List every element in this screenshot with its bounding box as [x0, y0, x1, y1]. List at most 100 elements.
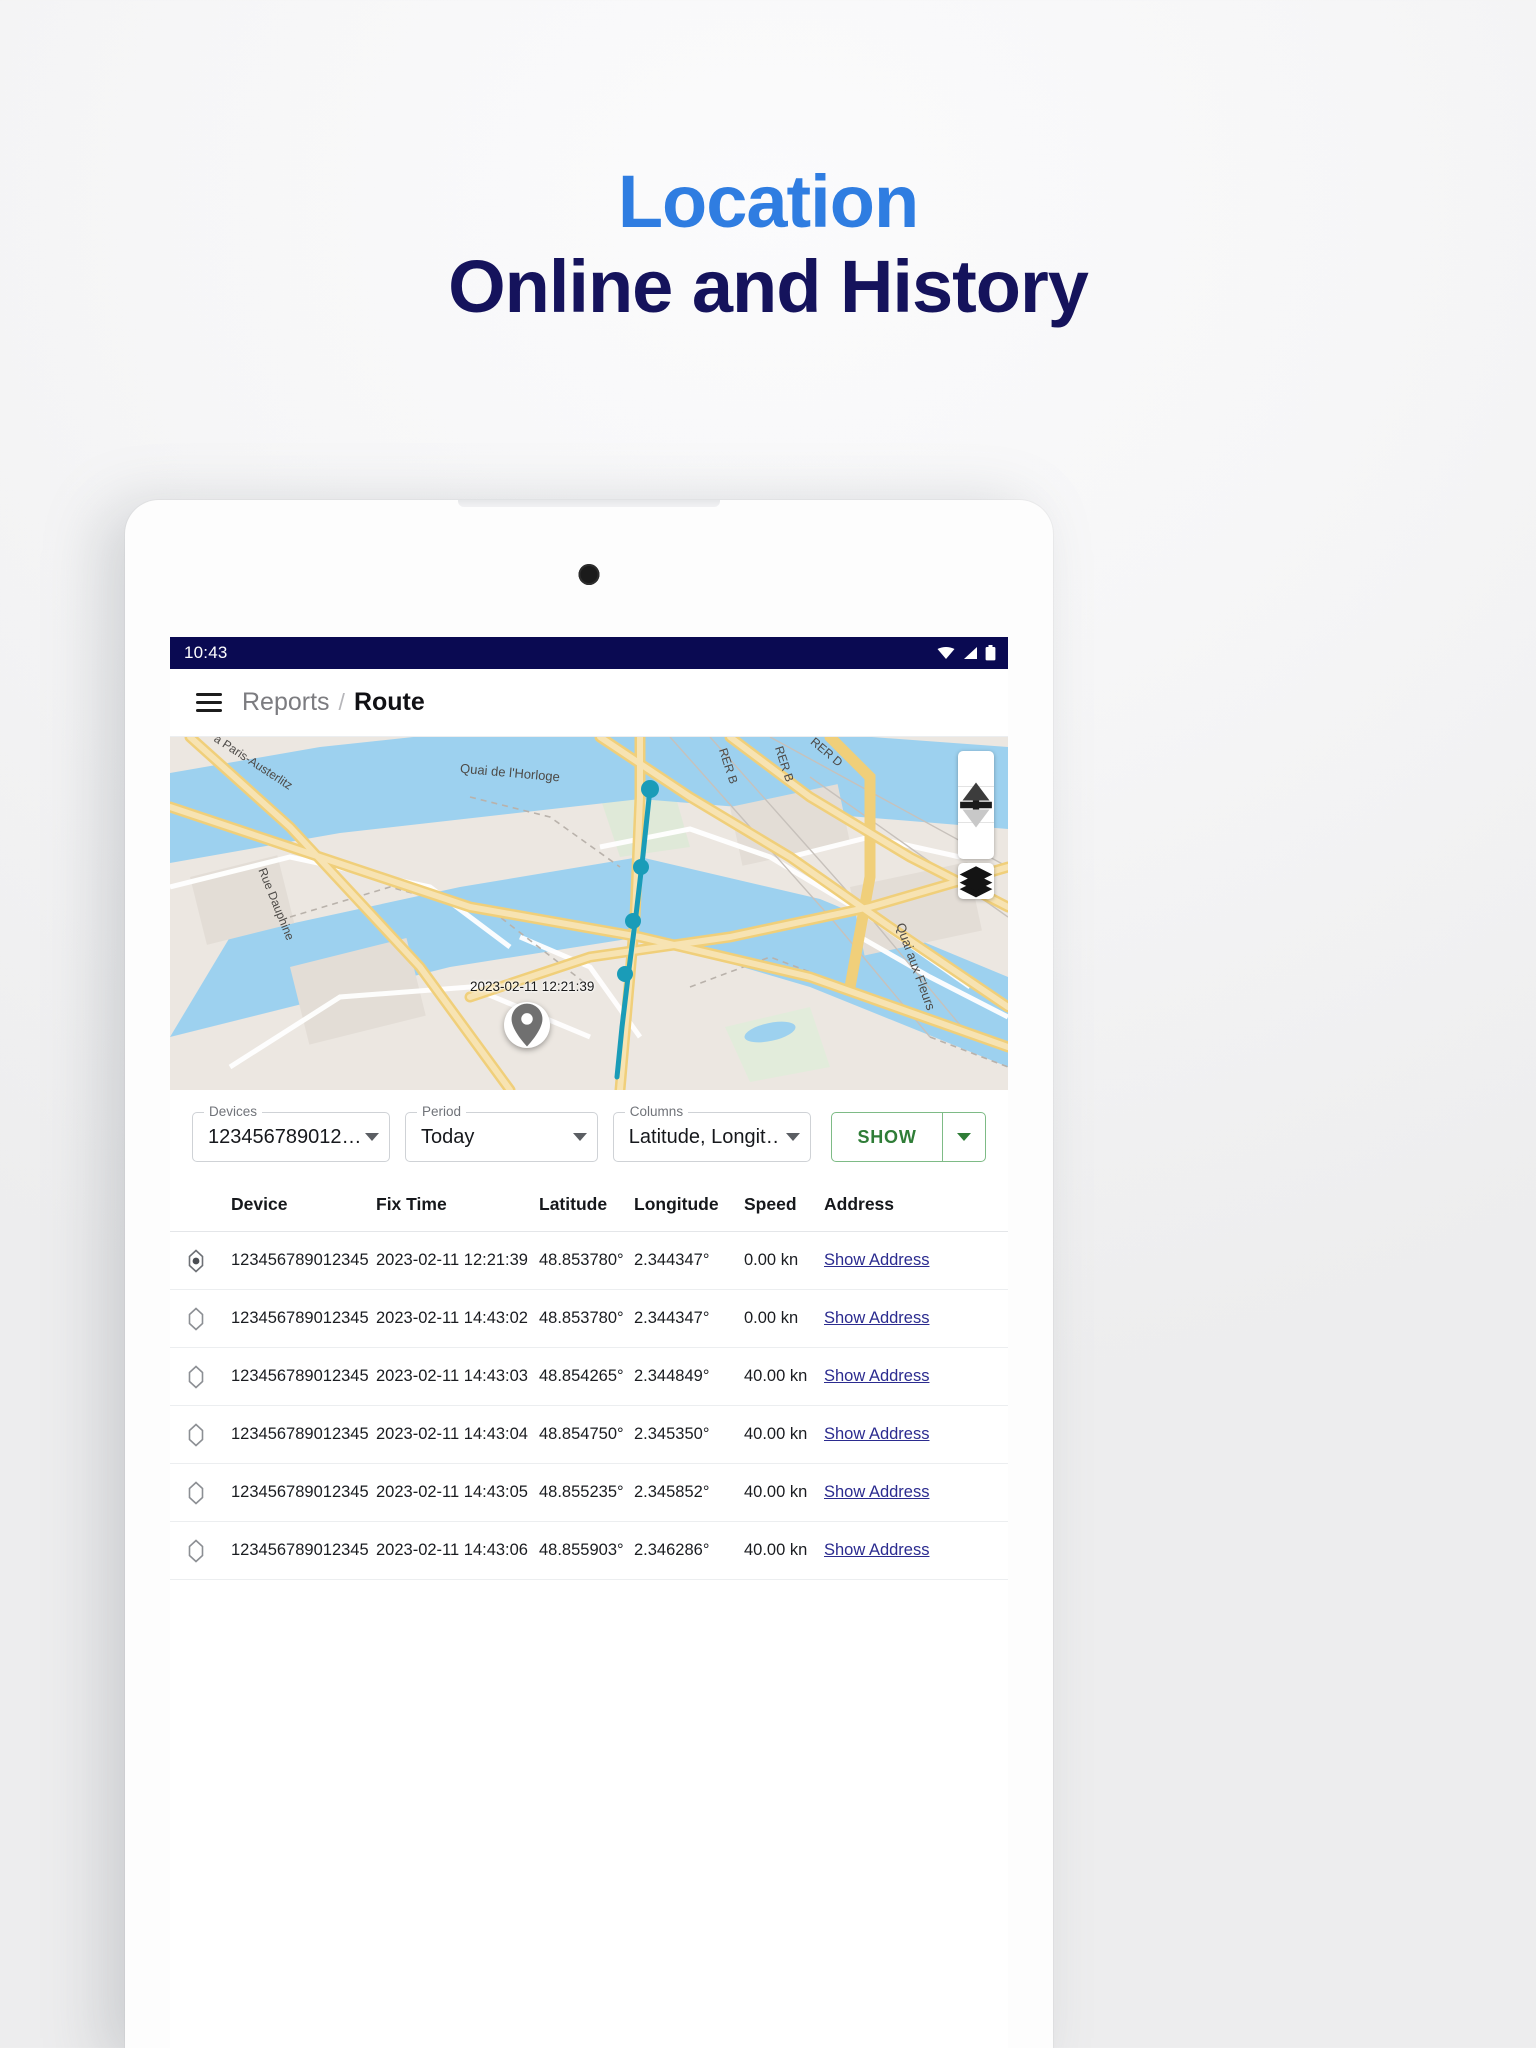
show-address-link[interactable]: Show Address	[824, 1425, 986, 1444]
location-pin-icon	[511, 1003, 543, 1047]
devices-select[interactable]: Devices 123456789012…	[192, 1104, 390, 1162]
row-location-icon[interactable]	[186, 1422, 231, 1447]
app-bar: Reports / Route	[170, 669, 1008, 737]
columns-label: Columns	[624, 1104, 689, 1119]
cell-device: 123456789012345	[231, 1425, 369, 1443]
show-address-link[interactable]: Show Address	[824, 1367, 986, 1386]
tablet-device-frame: 10:43 Reports / Route à Paris-Austerlitz…	[125, 500, 1053, 2048]
row-location-icon[interactable]	[186, 1480, 231, 1505]
cell-device: 123456789012345	[231, 1483, 369, 1501]
show-address-link[interactable]: Show Address	[824, 1541, 986, 1560]
cell-device: 123456789012345	[231, 1541, 369, 1559]
location-outline-icon	[188, 1538, 204, 1563]
status-bar: 10:43	[170, 637, 1008, 669]
cell-fix-time: 2023-02-11 14:43:03	[376, 1367, 528, 1385]
filter-bar: Devices 123456789012… Period Today Colum…	[170, 1090, 1008, 1178]
cell-fix-time: 2023-02-11 14:43:04	[376, 1425, 528, 1443]
column-header-fix-time: Fix Time	[376, 1194, 447, 1214]
column-header-speed: Speed	[744, 1194, 797, 1214]
route-map[interactable]: à Paris-Austerlitz Quai de l'Horloge Rue…	[170, 737, 1008, 1090]
cell-longitude: 2.346286°	[634, 1541, 710, 1559]
cell-speed: 0.00 kn	[744, 1251, 799, 1269]
table-body: 123456789012345 2023-02-11 12:21:39 48.853…	[170, 1232, 1008, 1580]
location-outline-icon	[188, 1422, 204, 1447]
table-header-row: Device Fix Time Latitude Longitude Speed…	[170, 1178, 1008, 1232]
row-location-icon[interactable]	[186, 1306, 231, 1331]
show-address-link[interactable]: Show Address	[824, 1483, 986, 1502]
table-row[interactable]: 123456789012345 2023-02-11 14:43:02 48.853…	[170, 1290, 1008, 1348]
hero-heading: Location Online and History	[0, 0, 1536, 332]
cell-latitude: 48.854265°	[539, 1367, 624, 1385]
period-label: Period	[417, 1104, 467, 1119]
cell-fix-time: 2023-02-11 12:21:39	[376, 1251, 528, 1269]
cell-longitude: 2.344849°	[634, 1367, 710, 1385]
cell-latitude: 48.855235°	[539, 1483, 624, 1501]
location-outline-icon	[188, 1480, 204, 1505]
cell-fix-time: 2023-02-11 14:43:06	[376, 1541, 528, 1559]
breadcrumb-current-route: Route	[353, 688, 425, 716]
cell-speed: 0.00 kn	[744, 1309, 799, 1327]
table-row[interactable]: 123456789012345 2023-02-11 14:43:06 48.855…	[170, 1522, 1008, 1580]
chevron-down-icon	[785, 1133, 800, 1141]
hero-title-primary: Location	[617, 160, 919, 243]
cell-longitude: 2.345350°	[634, 1425, 710, 1443]
cell-device: 123456789012345	[231, 1367, 369, 1385]
app-screen: 10:43 Reports / Route à Paris-Austerlitz…	[170, 637, 1008, 2048]
columns-value: Latitude, Longit…	[628, 1125, 780, 1148]
chevron-down-icon	[957, 1133, 972, 1141]
cell-device: 123456789012345	[231, 1309, 369, 1327]
column-header-address: Address	[824, 1194, 895, 1214]
map-zoom-controls[interactable]	[958, 751, 994, 859]
chevron-down-icon	[572, 1133, 587, 1141]
cell-latitude: 48.853780°	[539, 1251, 624, 1269]
show-dropdown-button[interactable]	[942, 1113, 985, 1161]
table-row[interactable]: 123456789012345 2023-02-11 12:21:39 48.853…	[170, 1232, 1008, 1290]
show-button-group: SHOW	[830, 1112, 986, 1162]
cell-fix-time: 2023-02-11 14:43:02	[376, 1309, 528, 1327]
map-layers-button[interactable]	[958, 863, 994, 899]
hamburger-menu-icon[interactable]	[196, 693, 222, 712]
cell-speed: 40.00 kn	[744, 1425, 808, 1443]
route-report-table: Device Fix Time Latitude Longitude Speed…	[170, 1178, 1008, 1580]
map-route-marker[interactable]	[504, 1002, 550, 1048]
column-header-latitude: Latitude	[539, 1194, 608, 1214]
chevron-down-icon	[365, 1133, 379, 1141]
breadcrumb-separator: /	[338, 689, 345, 715]
row-location-icon[interactable]	[186, 1248, 231, 1273]
table-row[interactable]: 123456789012345 2023-02-11 14:43:03 48.854…	[170, 1348, 1008, 1406]
battery-icon	[985, 645, 996, 661]
show-address-link[interactable]: Show Address	[824, 1251, 986, 1270]
status-clock: 10:43	[184, 643, 228, 662]
status-icon-group	[937, 645, 996, 661]
period-value: Today	[421, 1125, 475, 1148]
cell-device: 123456789012345	[231, 1251, 369, 1269]
cell-longitude: 2.344347°	[634, 1251, 710, 1269]
location-outline-icon	[188, 1364, 204, 1389]
columns-select[interactable]: Columns Latitude, Longit…	[612, 1104, 811, 1162]
column-header-longitude: Longitude	[634, 1194, 719, 1214]
wifi-icon	[937, 647, 955, 659]
location-outline-icon	[188, 1306, 204, 1331]
layers-icon	[959, 866, 993, 898]
show-address-link[interactable]: Show Address	[824, 1309, 986, 1328]
table-row[interactable]: 123456789012345 2023-02-11 14:43:04 48.854…	[170, 1406, 1008, 1464]
cell-fix-time: 2023-02-11 14:43:05	[376, 1483, 528, 1501]
table-row[interactable]: 123456789012345 2023-02-11 14:43:05 48.855…	[170, 1464, 1008, 1522]
cell-speed: 40.00 kn	[744, 1483, 808, 1501]
row-location-icon[interactable]	[186, 1538, 231, 1563]
tilt-arrows-icon	[962, 782, 990, 828]
location-selected-icon	[188, 1248, 204, 1273]
show-button[interactable]: SHOW	[832, 1113, 943, 1161]
cell-latitude: 48.853780°	[539, 1309, 624, 1327]
cell-latitude: 48.854750°	[539, 1425, 624, 1443]
map-tilt-button[interactable]	[958, 782, 994, 859]
column-header-device: Device	[231, 1194, 288, 1214]
period-select[interactable]: Period Today	[405, 1104, 598, 1162]
cell-signal-icon	[964, 647, 977, 659]
breadcrumb-parent-reports[interactable]: Reports	[242, 688, 330, 717]
cell-latitude: 48.855903°	[539, 1541, 624, 1559]
device-speaker	[458, 500, 720, 507]
row-location-icon[interactable]	[186, 1364, 231, 1389]
cell-longitude: 2.345852°	[634, 1483, 710, 1501]
devices-label: Devices	[204, 1104, 263, 1119]
